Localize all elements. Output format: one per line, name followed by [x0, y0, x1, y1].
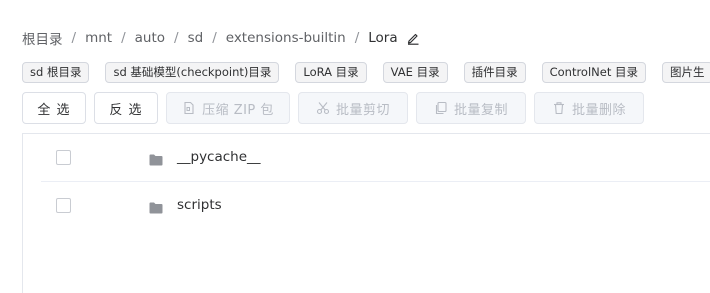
scissors-icon	[316, 101, 330, 115]
breadcrumb-sd[interactable]: sd	[188, 30, 204, 46]
batch-cut-button[interactable]: 批量剪切	[298, 92, 408, 124]
folder-icon	[149, 199, 163, 214]
batch-copy-label: 批量复制	[453, 102, 508, 118]
file-list: __pycache__ scripts	[22, 133, 710, 293]
breadcrumb-separator: /	[121, 30, 126, 46]
file-name[interactable]: __pycache__	[177, 149, 261, 165]
breadcrumb-current: Lora	[368, 30, 398, 46]
trash-icon	[552, 101, 566, 115]
batch-delete-label: 批量删除	[571, 102, 626, 118]
select-all-label: 全 选	[37, 102, 71, 118]
invert-selection-label: 反 选	[109, 102, 143, 118]
shortcut-extensions[interactable]: 插件目录	[463, 62, 526, 83]
breadcrumb-auto[interactable]: auto	[135, 30, 165, 46]
shortcut-images[interactable]: 图片生	[662, 62, 710, 83]
batch-delete-button[interactable]: 批量删除	[534, 92, 644, 124]
select-all-button[interactable]: 全 选	[22, 92, 86, 124]
shortcut-bar: sd 根目录 sd 基础模型(checkpoint)目录 LoRA 目录 VAE…	[22, 62, 710, 83]
row-checkbox[interactable]	[56, 198, 71, 213]
breadcrumb-separator: /	[354, 30, 360, 46]
folder-icon	[149, 151, 163, 166]
breadcrumb-root[interactable]: 根目录	[22, 28, 63, 48]
breadcrumb-separator: /	[212, 30, 217, 46]
file-row[interactable]: scripts	[41, 182, 710, 230]
breadcrumb-mnt[interactable]: mnt	[85, 30, 112, 46]
shortcut-controlnet[interactable]: ControlNet 目录	[541, 62, 647, 83]
breadcrumb: 根目录 / mnt / auto / sd / extensions-built…	[22, 28, 420, 48]
shortcut-checkpoint[interactable]: sd 基础模型(checkpoint)目录	[105, 62, 280, 83]
shortcut-sd-root[interactable]: sd 根目录	[22, 62, 90, 83]
breadcrumb-extensions-builtin[interactable]: extensions-builtin	[226, 30, 346, 46]
edit-icon[interactable]	[406, 31, 420, 45]
file-row[interactable]: __pycache__	[41, 134, 710, 182]
batch-cut-label: 批量剪切	[335, 102, 390, 118]
invert-selection-button[interactable]: 反 选	[94, 92, 158, 124]
compress-zip-label: 压缩 ZIP 包	[202, 102, 274, 118]
breadcrumb-separator: /	[71, 30, 77, 46]
row-checkbox[interactable]	[56, 150, 71, 165]
shortcut-lora[interactable]: LoRA 目录	[295, 62, 367, 83]
batch-copy-button[interactable]: 批量复制	[416, 92, 526, 124]
zip-icon	[182, 101, 196, 115]
copy-icon	[434, 101, 448, 115]
toolbar: 全 选 反 选 压缩 ZIP 包 批量剪切 批量复制 批量删除	[22, 92, 652, 124]
breadcrumb-separator: /	[174, 30, 179, 46]
file-name[interactable]: scripts	[177, 197, 222, 213]
shortcut-vae[interactable]: VAE 目录	[382, 62, 448, 83]
compress-zip-button[interactable]: 压缩 ZIP 包	[166, 92, 290, 124]
